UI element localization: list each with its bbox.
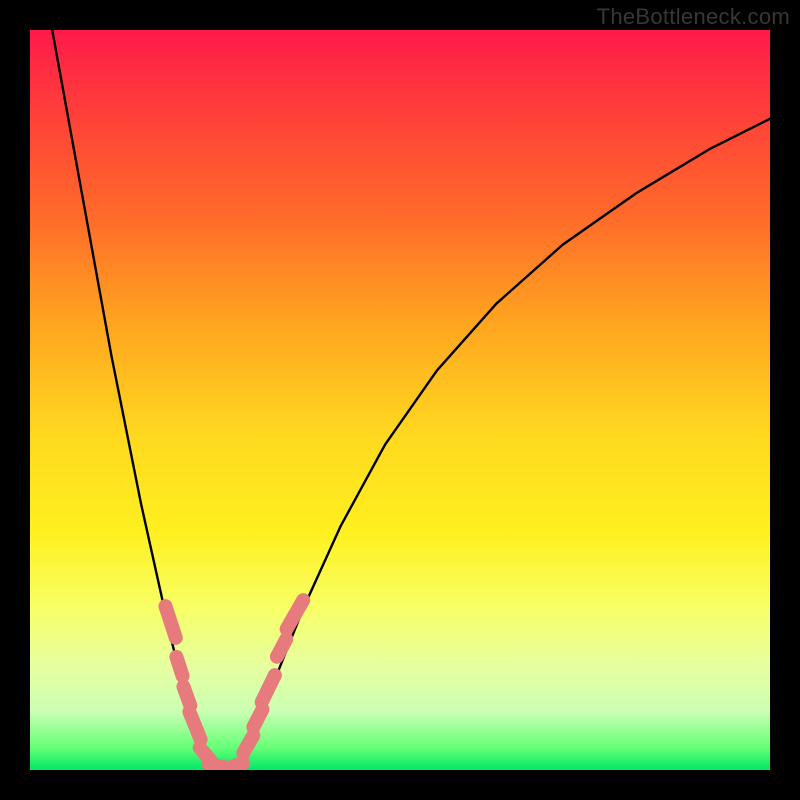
watermark-text: TheBottleneck.com <box>597 4 790 30</box>
marker-capsule <box>176 657 182 676</box>
curve-left-curve <box>52 30 215 770</box>
marker-capsule <box>165 606 175 638</box>
curve-right-curve <box>237 119 770 770</box>
curve-layer <box>52 30 770 770</box>
marker-capsule <box>183 687 190 706</box>
marker-capsule <box>287 600 304 629</box>
marker-capsule <box>243 735 253 752</box>
marker-capsule <box>224 763 243 770</box>
plot-area <box>30 30 770 770</box>
marker-capsule <box>189 712 200 740</box>
chart-frame: TheBottleneck.com <box>0 0 800 800</box>
marker-capsule <box>277 639 286 657</box>
marker-capsule <box>262 675 275 702</box>
marker-layer <box>165 600 303 770</box>
chart-svg <box>30 30 770 770</box>
marker-capsule <box>253 709 262 727</box>
